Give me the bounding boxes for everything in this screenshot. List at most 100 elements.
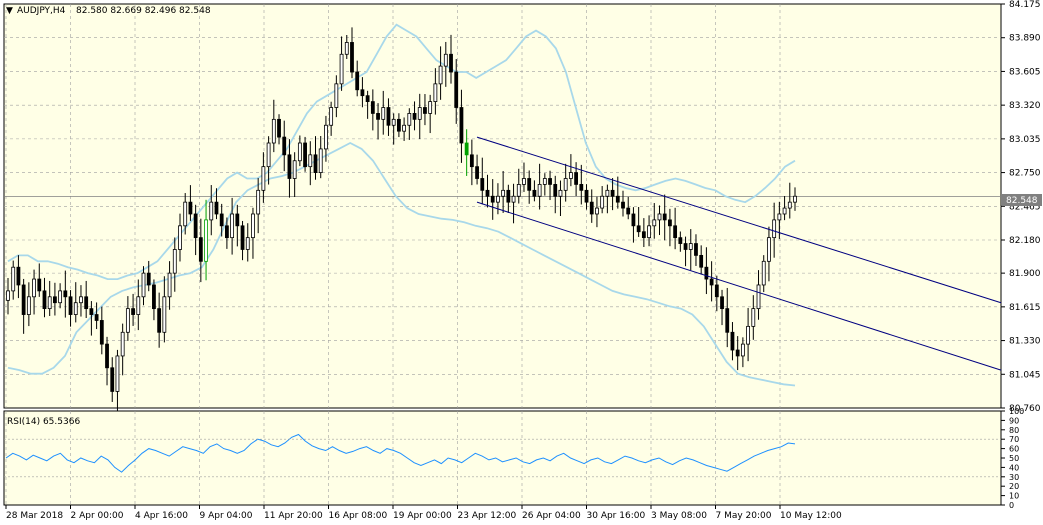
candle-body [412, 113, 417, 120]
price-axis: 84.17583.89083.60583.32083.03582.75082.4… [1001, 0, 1041, 414]
candle-body [522, 178, 526, 185]
candle-body [287, 154, 292, 179]
x-tick-label: 19 Apr 00:00 [393, 511, 452, 521]
candle-body [527, 178, 532, 191]
y-tick-label: 81.615 [1009, 303, 1041, 313]
candle-body [11, 266, 16, 292]
y-tick-label: 83.605 [1009, 67, 1041, 77]
candle-body [58, 290, 63, 304]
candle-body [417, 107, 422, 120]
candle-body [767, 237, 771, 262]
candle-body [334, 83, 339, 108]
candle-body [740, 343, 745, 357]
x-tick-label: 30 Apr 16:00 [587, 511, 646, 521]
candle-body [782, 207, 787, 215]
x-tick-label: 4 Apr 16:00 [135, 511, 188, 521]
candle-body [626, 207, 631, 215]
x-tick-label: 10 May 12:00 [780, 511, 842, 521]
x-tick-label: 28 Mar 2018 [6, 511, 63, 521]
x-tick-label: 11 Apr 20:00 [264, 511, 323, 521]
candle-body [146, 272, 151, 286]
x-tick-label: 26 Apr 04:00 [522, 511, 581, 521]
candle-body [396, 118, 401, 132]
candle-body [219, 213, 224, 227]
candle-body [141, 272, 146, 298]
candle-body [240, 225, 245, 250]
collapse-arrow-icon[interactable]: ▼ [6, 6, 13, 16]
candle-body [386, 107, 391, 126]
candle-body [162, 296, 167, 333]
candle-body [360, 89, 365, 97]
current-price-label: 82.548 [1006, 196, 1038, 206]
candle-body [277, 118, 281, 138]
candle-body [464, 142, 469, 156]
candle-body [475, 166, 479, 179]
candle-body [694, 243, 698, 256]
candle-body [605, 189, 610, 197]
candle-body [433, 83, 438, 102]
time-axis: 28 Mar 2018 2 Apr 00:00 4 Apr 16:00 9 Apr 0… [5, 505, 842, 521]
rsi-title: RSI(14) 65.5366 [7, 417, 80, 427]
rsi-tick-label: 100 [1009, 407, 1024, 416]
y-tick-label: 81.900 [1009, 269, 1041, 279]
candle-body [183, 201, 188, 227]
candle-body [652, 219, 657, 227]
candle-body [188, 201, 193, 215]
chart-window: 84.175 83.890 83.605 83.320 83.035 82.750 82.4… [0, 0, 1043, 525]
candle-body [428, 101, 433, 114]
candle-body [68, 296, 73, 315]
candle-body [589, 201, 594, 215]
candle-body [777, 213, 782, 221]
candle-body [53, 296, 57, 304]
candle-body [79, 296, 83, 304]
candle-body [115, 355, 120, 392]
candle-body [204, 219, 208, 262]
candle-body [209, 201, 214, 221]
candle-body [683, 243, 688, 250]
candle-body [402, 124, 407, 132]
candle-body [16, 266, 21, 286]
x-tick-label: 7 May 20:00 [716, 511, 772, 521]
candle-body [668, 219, 672, 227]
candle-body [339, 53, 344, 85]
candle-body [511, 195, 516, 203]
rsi-tick-label: 10 [1009, 492, 1019, 501]
candle-body [563, 178, 568, 191]
candle-body [485, 189, 490, 197]
y-tick-label: 81.330 [1009, 337, 1041, 347]
candle-body [172, 249, 177, 274]
candle-body [647, 225, 651, 239]
candle-body [490, 195, 495, 203]
candle-body [63, 290, 68, 298]
candle-body [636, 225, 641, 233]
candle-body [751, 308, 756, 327]
candle-body [459, 107, 464, 144]
candle-body [84, 296, 89, 310]
candle-body [329, 107, 334, 126]
candle-body [449, 53, 453, 73]
candle-body [673, 225, 678, 239]
candle-body [568, 172, 573, 179]
candle-body [391, 118, 396, 126]
candle-body [73, 302, 78, 315]
x-tick-label: 23 Apr 12:00 [458, 511, 517, 521]
candle-body [641, 231, 646, 239]
candle-body [47, 296, 52, 310]
candle-body [709, 278, 714, 286]
candle-body [407, 113, 412, 126]
chart-canvas: 84.17583.89083.60583.32083.03582.75082.4… [3, 0, 1042, 521]
candle-body [42, 290, 47, 310]
candle-body [193, 213, 198, 239]
candle-body [271, 118, 276, 144]
x-tick-label: 9 Apr 04:00 [200, 511, 253, 521]
x-tick-label: 3 May 08:00 [651, 511, 707, 521]
candle-body [501, 189, 506, 197]
candle-body [730, 331, 735, 351]
candle-body [720, 296, 724, 310]
candle-body [178, 225, 182, 250]
candle-body [532, 189, 537, 197]
candle-body [621, 201, 625, 209]
candle-body [225, 225, 229, 239]
candle-body [714, 284, 719, 298]
candle-body [37, 278, 42, 292]
